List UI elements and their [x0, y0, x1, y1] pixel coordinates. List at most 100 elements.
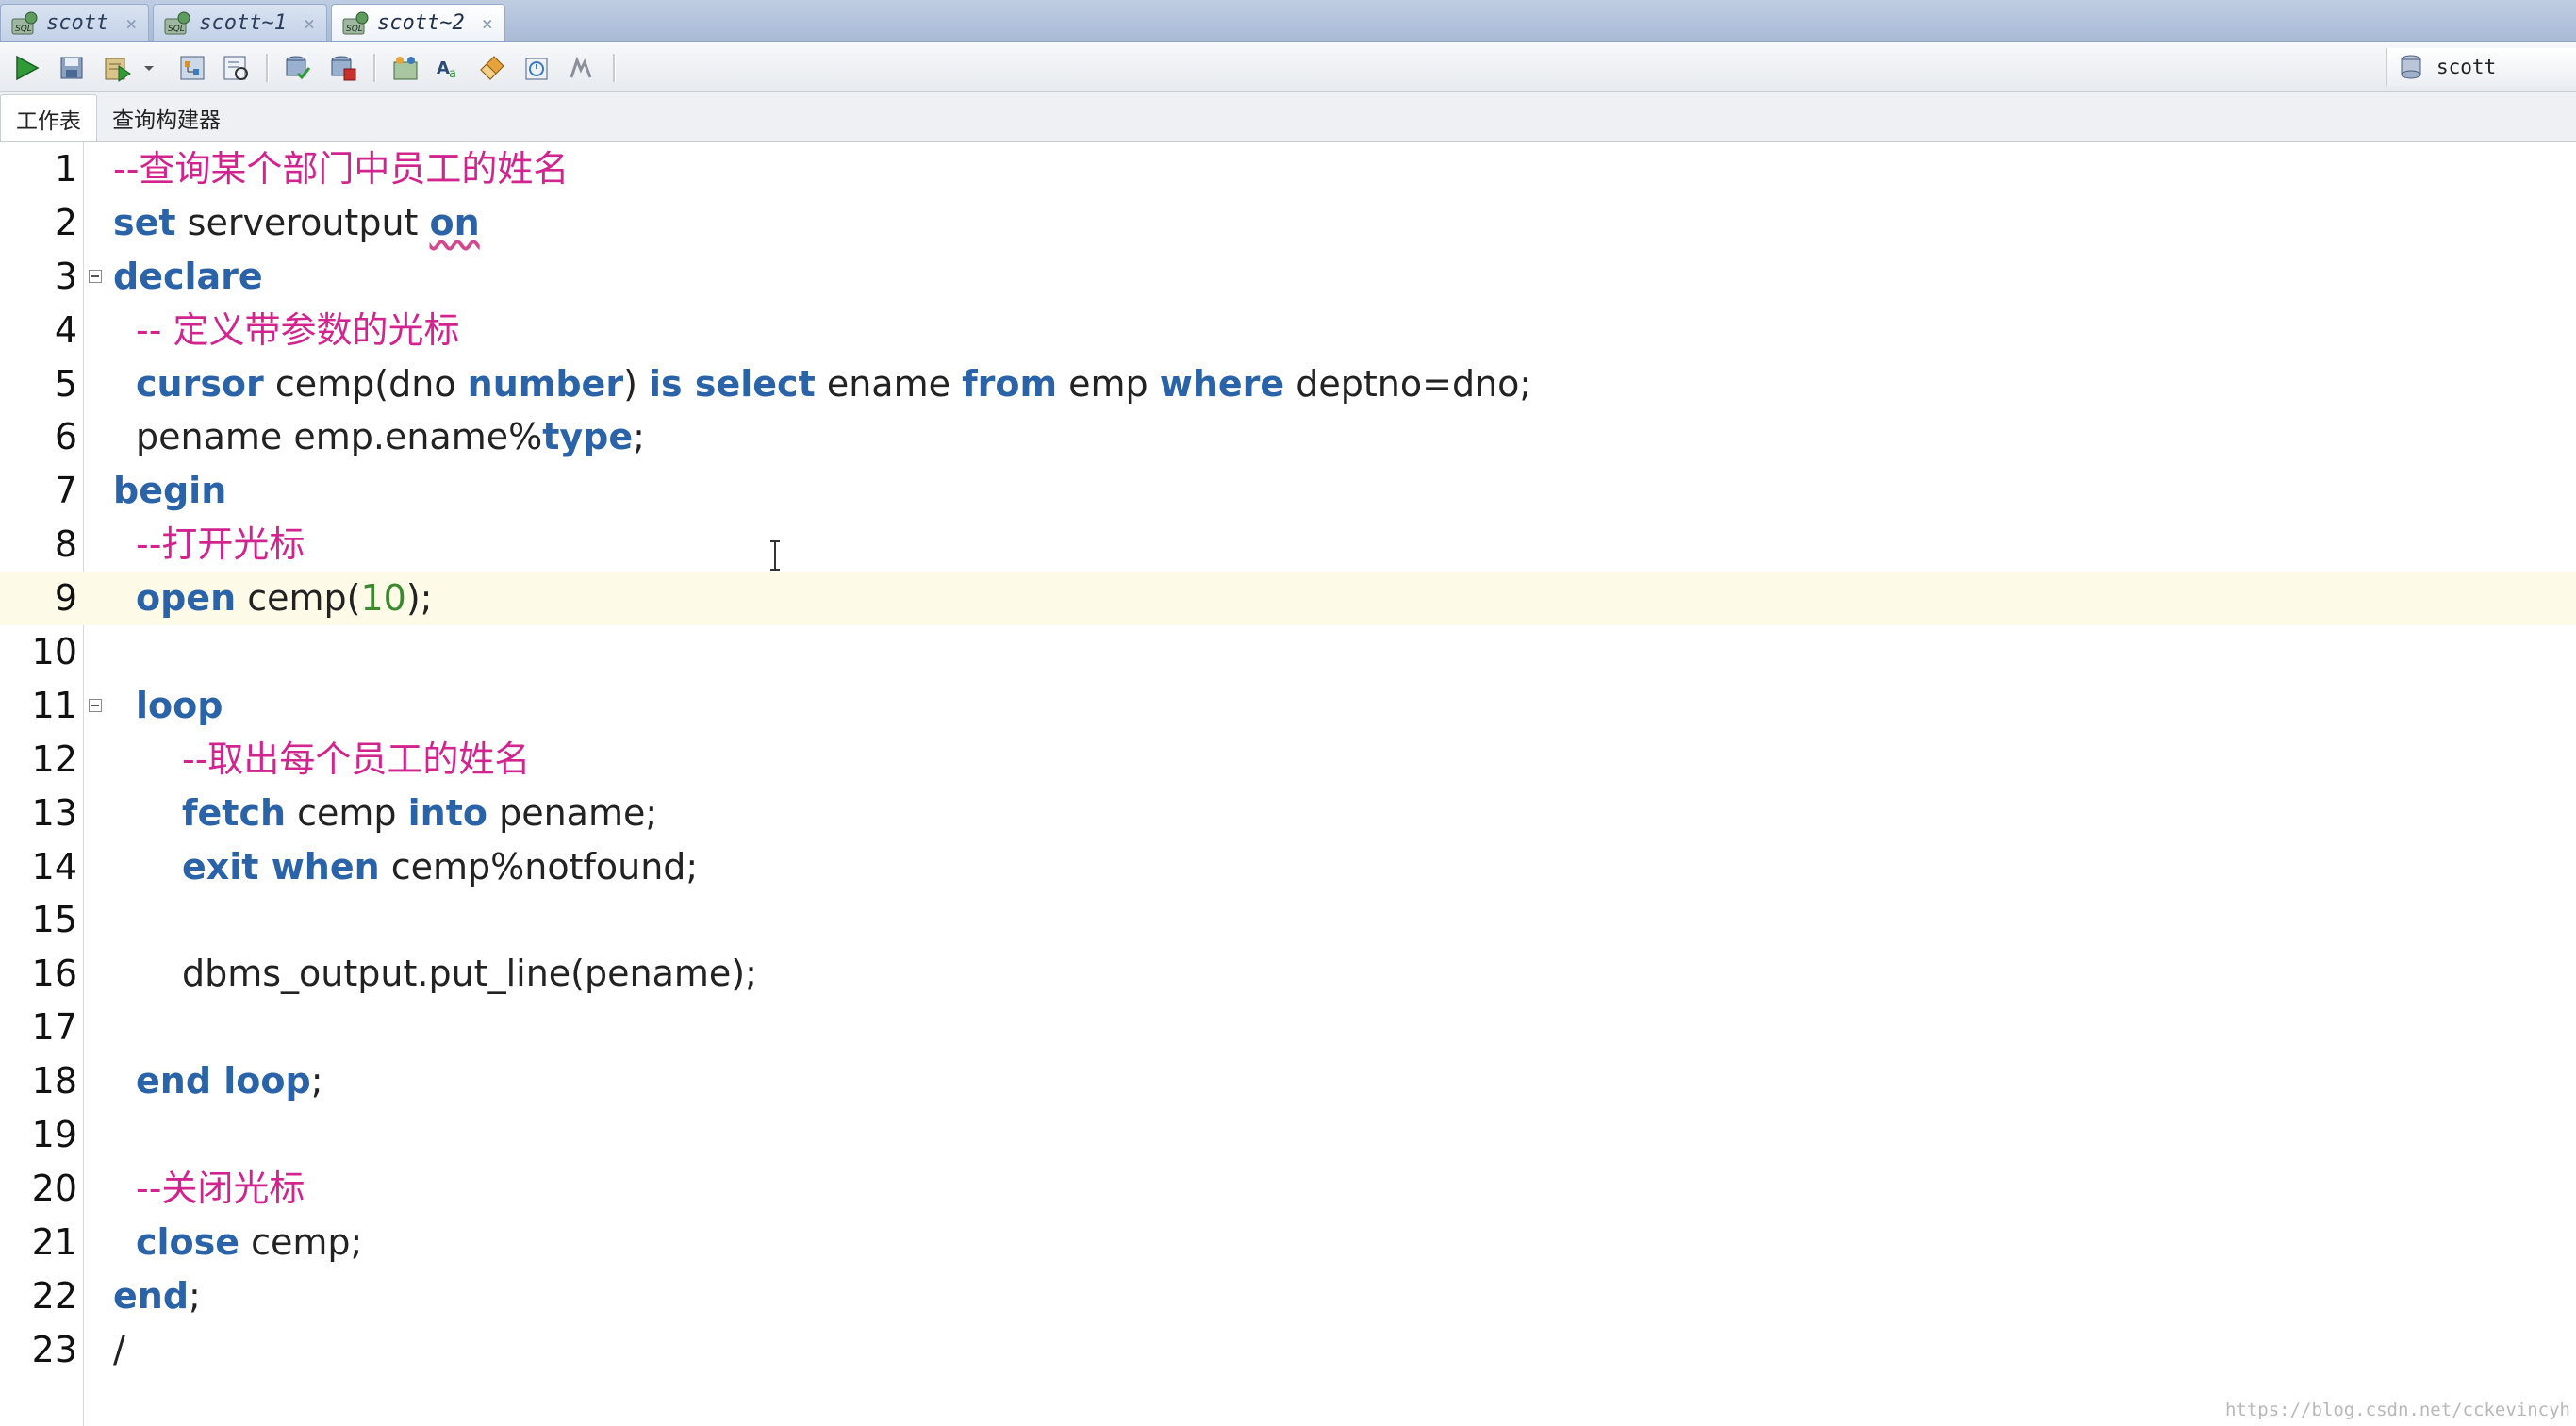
text-token: serveroutput: [175, 201, 430, 243]
format-text-icon[interactable]: Aa: [432, 51, 466, 85]
code-line[interactable]: 21 close cemp;: [0, 1216, 2576, 1269]
commit-icon[interactable]: [281, 51, 315, 85]
explain-plan-icon[interactable]: [175, 51, 209, 85]
code-line[interactable]: 17: [0, 1001, 2576, 1054]
database-connection-icon: [2397, 53, 2425, 81]
close-icon[interactable]: ×: [125, 12, 137, 35]
code-line[interactable]: 9 open cemp(10);: [0, 572, 2576, 626]
code-line[interactable]: 14 exit when cemp%notfound;: [0, 840, 2576, 894]
code-line[interactable]: 22 end;: [0, 1269, 2576, 1323]
text-token: ename: [815, 362, 963, 405]
tab-worksheet[interactable]: 工作表: [0, 94, 97, 141]
code-line[interactable]: 16 dbms_output.put_line(pename);: [0, 947, 2576, 1001]
line-number: 16: [31, 953, 77, 995]
text-token: pename emp.ename%: [136, 416, 543, 458]
code-line[interactable]: 8 --打开光标: [0, 518, 2576, 572]
line-number: 10: [31, 631, 77, 673]
text-token: cemp;: [239, 1220, 363, 1263]
code-line[interactable]: 3 declare: [0, 250, 2576, 304]
line-number: 22: [31, 1274, 77, 1317]
code-line[interactable]: 5 cursor cemp(dno number) is select ename…: [0, 357, 2576, 411]
worksheet-tab-bar: SQL scott × SQL scott~1 × SQL scott~2 ×: [0, 0, 2576, 42]
code-line[interactable]: 13 fetch cemp into pename;: [0, 787, 2576, 840]
code-line[interactable]: 4 -- 定义带参数的光标: [0, 304, 2576, 357]
run-script-icon[interactable]: [100, 51, 134, 85]
close-icon[interactable]: ×: [304, 12, 315, 35]
text-token: cemp%notfound;: [379, 845, 699, 887]
text-token: cemp: [286, 791, 408, 834]
svg-text:SQL: SQL: [15, 25, 32, 34]
code-line[interactable]: 19: [0, 1108, 2576, 1162]
sql-worksheet-icon: SQL: [163, 11, 191, 36]
text-cursor-icon: [768, 539, 782, 572]
code-line[interactable]: 6 pename emp.ename%type;: [0, 410, 2576, 464]
code-text: begin: [113, 468, 226, 513]
code-line[interactable]: 15: [0, 893, 2576, 947]
text-token: dbms_output.put_line(pename);: [182, 953, 757, 995]
code-line[interactable]: 7 begin: [0, 464, 2576, 518]
comment-token: -- 定义带参数的光标: [136, 308, 460, 351]
code-text: close cemp;: [136, 1219, 362, 1265]
code-text: --关闭光标: [136, 1166, 305, 1211]
code-line[interactable]: 1 --查询某个部门中员工的姓名: [0, 142, 2576, 196]
code-text: -- 定义带参数的光标: [136, 307, 460, 353]
text-token: deptno=dno;: [1284, 362, 1532, 405]
toolbar-separator: [373, 54, 376, 82]
line-number: 15: [31, 899, 77, 941]
code-line[interactable]: 18 end loop;: [0, 1054, 2576, 1108]
code-text: /: [113, 1327, 125, 1372]
keyword-token: from: [962, 362, 1058, 405]
text-token: ;: [633, 416, 645, 458]
line-number: 7: [54, 470, 77, 512]
code-lines: 1 --查询某个部门中员工的姓名 2 set serveroutput on 3 decl…: [0, 142, 2576, 1376]
tab-scott-2[interactable]: SQL scott~2 ×: [331, 4, 505, 41]
comment-token: --打开光标: [136, 523, 305, 566]
code-editor[interactable]: 1 --查询某个部门中员工的姓名 2 set serveroutput on 3 decl…: [0, 142, 2576, 1426]
keyword-token: loop: [136, 684, 223, 726]
comment-token: --取出每个员工的姓名: [182, 738, 531, 780]
keyword-token: set: [113, 201, 176, 243]
tab-label: 工作表: [16, 108, 81, 134]
line-number: 11: [31, 684, 77, 726]
connection-label: scott: [2436, 56, 2497, 78]
svg-text:SQL: SQL: [168, 25, 185, 34]
number-token: 10: [360, 577, 406, 620]
code-line[interactable]: 11 loop: [0, 679, 2576, 733]
run-statement-icon[interactable]: [9, 51, 43, 85]
code-line[interactable]: 2 set serveroutput on: [0, 196, 2576, 250]
line-number: 17: [31, 1006, 77, 1049]
code-line[interactable]: 23 /: [0, 1323, 2576, 1377]
collapse-fold-icon[interactable]: [89, 269, 102, 283]
line-number: 2: [54, 201, 77, 243]
keyword-token: begin: [113, 470, 227, 512]
sql-tuning-icon[interactable]: [388, 51, 422, 85]
code-line[interactable]: 10: [0, 625, 2576, 679]
sql-developer-window: SQL scott × SQL scott~1 × SQL scott~2 ×: [0, 0, 2576, 1426]
code-text: declare: [113, 254, 263, 299]
line-number: 23: [31, 1328, 77, 1370]
tab-query-builder[interactable]: 查询构建器: [97, 94, 236, 141]
sql-worksheet-icon: SQL: [341, 11, 370, 36]
save-icon[interactable]: [55, 51, 89, 85]
line-number: 21: [31, 1220, 77, 1263]
code-text: exit when cemp%notfound;: [182, 844, 698, 889]
line-number: 5: [54, 362, 77, 405]
code-line[interactable]: 12 --取出每个员工的姓名: [0, 733, 2576, 787]
code-line[interactable]: 20 --关闭光标: [0, 1162, 2576, 1216]
tab-scott[interactable]: SQL scott ×: [0, 4, 150, 41]
text-token: ;: [310, 1060, 323, 1103]
toolbar-separator: [266, 54, 269, 82]
line-number: 8: [54, 523, 77, 566]
connection-selector[interactable]: scott: [2386, 48, 2576, 86]
collapse-fold-icon[interactable]: [89, 699, 102, 712]
code-text: --查询某个部门中员工的姓名: [113, 146, 569, 191]
sql-monitor-icon[interactable]: [564, 51, 598, 85]
close-icon[interactable]: ×: [482, 12, 493, 35]
clear-eraser-icon[interactable]: [475, 51, 509, 85]
tab-scott-1[interactable]: SQL scott~1 ×: [153, 4, 328, 41]
dropdown-arrow-icon[interactable]: [140, 51, 158, 85]
autotrace-icon[interactable]: [219, 51, 253, 85]
rollback-icon[interactable]: [326, 51, 360, 85]
history-icon[interactable]: [520, 51, 554, 85]
keyword-token: where: [1159, 362, 1285, 405]
